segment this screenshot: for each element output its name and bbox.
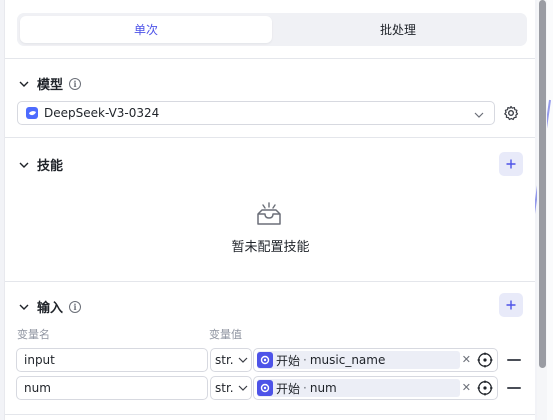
chevron-down-icon <box>238 385 248 391</box>
column-header-value: 变量值 <box>209 328 242 341</box>
inputs-section-header[interactable]: 输入 i <box>17 297 82 316</box>
variable-name-input[interactable]: num <box>16 376 208 400</box>
variable-reference-field[interactable]: 开始 · num ✕ <box>253 376 498 400</box>
variable-picker-icon[interactable] <box>477 352 493 368</box>
chevron-down-icon[interactable] <box>17 300 31 314</box>
info-icon[interactable]: i <box>69 300 82 313</box>
start-node-icon <box>257 352 273 368</box>
skills-section-header[interactable]: 技能 <box>17 155 63 174</box>
divider <box>5 281 535 282</box>
variable-type-value: str. <box>215 353 234 367</box>
model-section-header[interactable]: 模型 i <box>17 74 82 93</box>
variable-type-select[interactable]: str. <box>210 376 252 400</box>
canvas-edge <box>547 0 553 420</box>
chevron-down-icon <box>474 107 484 121</box>
reference-variable-name: music_name <box>309 353 386 367</box>
divider <box>5 58 535 59</box>
variable-picker-icon[interactable] <box>477 380 493 396</box>
gear-icon[interactable] <box>503 105 519 121</box>
remove-row-button[interactable] <box>507 387 521 389</box>
add-skill-button[interactable] <box>499 152 523 176</box>
column-header-name: 变量名 <box>17 328 50 341</box>
node-config-panel: 单次 批处理 模型 i DeepSeek-V3-0324 技能 暂未配置技能 输… <box>4 0 535 420</box>
info-icon[interactable]: i <box>69 77 82 90</box>
variable-name-input[interactable]: input <box>16 348 208 372</box>
variable-type-select[interactable]: str. <box>210 348 252 372</box>
start-node-icon <box>257 380 273 396</box>
divider <box>5 137 535 138</box>
deepseek-logo-icon <box>26 107 38 119</box>
remove-row-button[interactable] <box>507 359 521 361</box>
reference-chip: 开始 · music_name <box>257 351 460 369</box>
variable-type-value: str. <box>215 381 234 395</box>
scrollbar-thumb[interactable] <box>539 0 546 368</box>
inputs-section-title: 输入 <box>37 301 64 316</box>
chevron-down-icon[interactable] <box>17 158 31 172</box>
clear-icon[interactable]: ✕ <box>462 353 471 366</box>
skills-empty-text: 暂未配置技能 <box>231 240 310 255</box>
add-input-button[interactable] <box>499 293 523 317</box>
reference-node-name: 开始 <box>276 353 301 368</box>
tab-single[interactable]: 单次 <box>20 16 272 43</box>
model-section-title: 模型 <box>37 78 64 93</box>
mode-tabs: 单次 批处理 <box>17 13 527 46</box>
empty-inbox-icon <box>254 202 284 228</box>
variable-reference-field[interactable]: 开始 · music_name ✕ <box>253 348 498 372</box>
reference-chip: 开始 · num <box>257 379 460 397</box>
model-select[interactable]: DeepSeek-V3-0324 <box>17 101 495 125</box>
chevron-down-icon[interactable] <box>17 77 31 91</box>
model-selected-value: DeepSeek-V3-0324 <box>44 106 160 120</box>
chevron-down-icon <box>238 357 248 363</box>
reference-variable-name: num <box>309 381 337 395</box>
reference-node-name: 开始 <box>276 381 301 396</box>
skills-section-title: 技能 <box>37 159 64 174</box>
divider <box>5 414 535 415</box>
tab-batch[interactable]: 批处理 <box>272 16 524 43</box>
clear-icon[interactable]: ✕ <box>462 381 471 394</box>
